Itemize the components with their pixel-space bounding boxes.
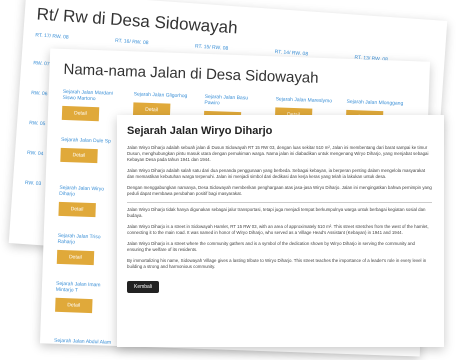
road-detail-title: Sejarah Jalan Wiryo Diharjo xyxy=(127,125,273,137)
detail-button[interactable]: Detail xyxy=(61,105,100,122)
road-link[interactable]: Sejarah Jalan Mareslymo xyxy=(276,96,336,104)
road-link[interactable]: Sejarah Jalan Wiryo Diharjo xyxy=(59,185,119,199)
road-detail-card: Sejarah Jalan Wiryo Diharjo Jalan Wiryo … xyxy=(117,115,444,347)
road-link[interactable]: Sejarah Jalan Mardani Siswo Martono xyxy=(62,89,122,103)
paragraph: Jalan Wiryo Diharjo adalah sebuah jalan … xyxy=(127,145,429,162)
road-link[interactable]: Sejarah Jalan Basu Pawiro xyxy=(204,94,264,108)
road-link[interactable]: Sejarah Jalan Imam Mintarjo T xyxy=(56,281,116,295)
rt-rw-title: Rt/ Rw di Desa Sidowayah xyxy=(36,4,239,38)
rt-link[interactable]: RT. 17/ RW. 08 xyxy=(35,32,115,44)
divider xyxy=(127,202,432,203)
road-link[interactable]: Sejarah Jalan Triso Raharjo xyxy=(57,233,117,247)
detail-button[interactable]: Detail xyxy=(58,201,96,218)
paragraph: Jalan Wiryo Diharjo is a street in Sidow… xyxy=(127,224,429,235)
paragraph: By immortalizing his name, Sidowayah Vil… xyxy=(127,258,427,269)
road-link[interactable]: Sejarah Jalan Mlonggang xyxy=(346,99,406,107)
road-link[interactable]: Sejarah Jalan Abdul Alam xyxy=(54,338,111,346)
road-names-title: Nama-nama Jalan di Desa Sidowayah xyxy=(63,60,319,87)
road-link[interactable]: Sejarah Jalan Dule Sp xyxy=(61,137,121,145)
detail-button[interactable]: Detail xyxy=(55,297,93,314)
road-link[interactable]: Sejarah Jalan Gligorhog xyxy=(134,91,194,99)
detail-button[interactable]: Detail xyxy=(60,147,98,164)
paragraph: Dengan menggabungkan namanya, Desa Sidow… xyxy=(127,185,432,196)
paragraph: Jalan Wiryo Diharjo adalah salah satu da… xyxy=(127,168,426,179)
rt-link[interactable]: RT. 16/ RW. 08 xyxy=(115,38,195,50)
paragraph: Jalan Wiryo Diharjo tidak hanya digunaka… xyxy=(127,207,426,218)
back-button[interactable]: Kembali xyxy=(127,281,160,293)
paragraph: Jalan Wiryo Diharjo is a street where th… xyxy=(127,241,415,252)
detail-button[interactable]: Detail xyxy=(56,249,95,266)
